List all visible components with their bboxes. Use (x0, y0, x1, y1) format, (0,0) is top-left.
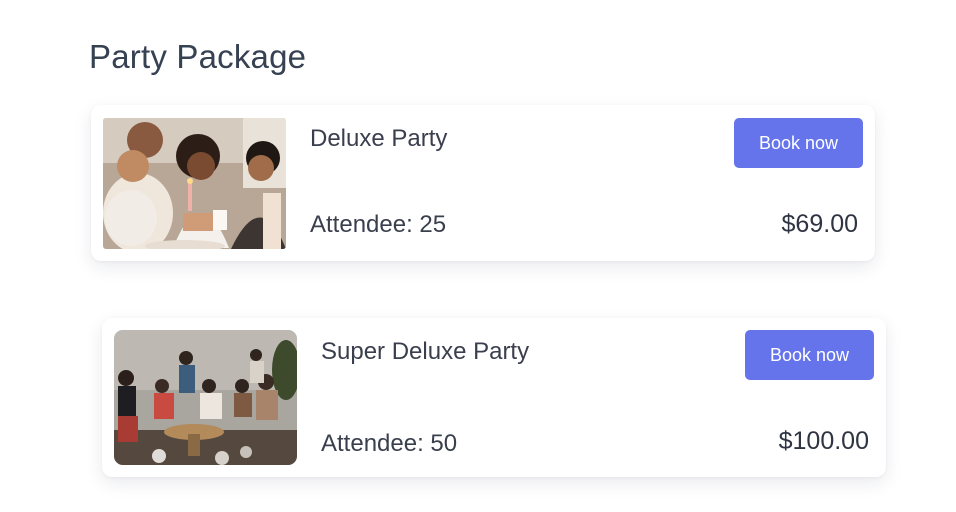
book-now-button-deluxe[interactable]: Book now (734, 118, 863, 168)
package-photo-deluxe (103, 118, 286, 249)
package-price: $100.00 (778, 427, 869, 455)
package-name: Deluxe Party (310, 125, 448, 152)
page-title: Party Package (89, 38, 307, 75)
package-name: Super Deluxe Party (321, 338, 530, 365)
package-price: $69.00 (781, 210, 858, 238)
package-photo-super-deluxe (114, 330, 297, 465)
book-now-button-super-deluxe[interactable]: Book now (745, 330, 874, 380)
package-card-super-deluxe: Super Deluxe Party Attendee: 50 Book now… (102, 318, 886, 477)
package-attendee: Attendee: 50 (321, 430, 458, 457)
living-room-party-photo (114, 330, 297, 465)
birthday-cake-candle-photo (103, 118, 286, 249)
package-card-deluxe: Deluxe Party Attendee: 25 Book now $69.0… (91, 105, 875, 261)
package-attendee: Attendee: 25 (310, 211, 447, 238)
